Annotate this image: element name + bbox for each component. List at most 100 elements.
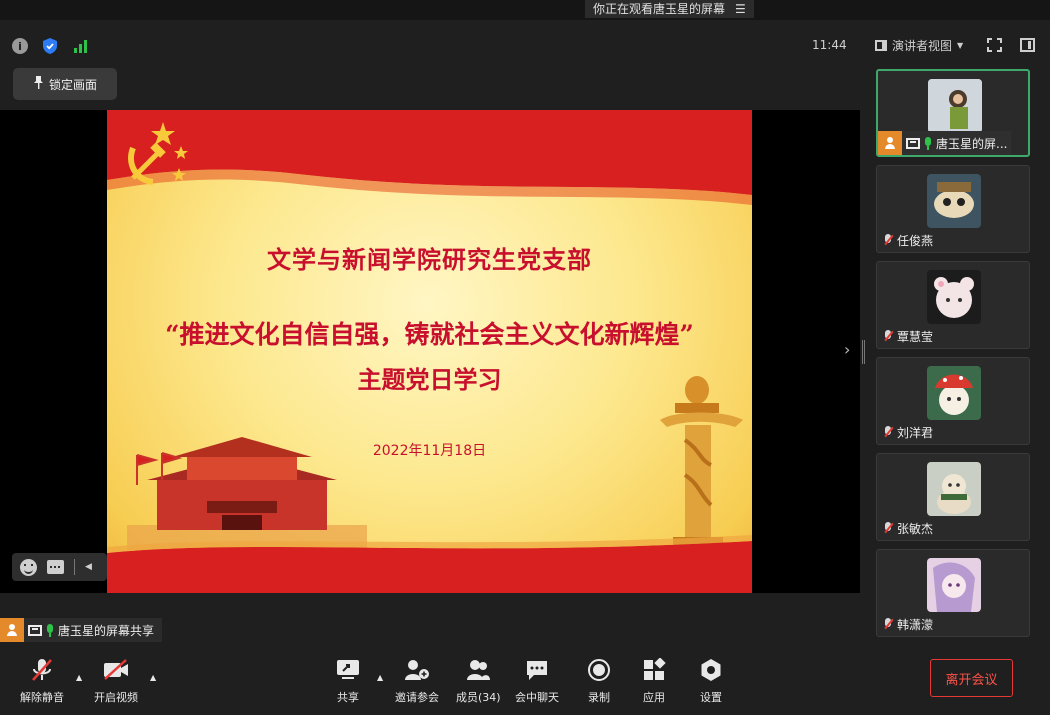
settings-label: 设置 xyxy=(700,691,722,704)
add-user-icon xyxy=(404,657,430,683)
record-icon xyxy=(587,657,611,683)
lock-screen-button[interactable]: 锁定画面 xyxy=(13,68,117,100)
screen-share-text: 唐玉星的屏幕共享 xyxy=(58,623,155,638)
view-mode-label: 演讲者视图 xyxy=(892,39,953,53)
participant-name-bar: 任俊燕 xyxy=(877,228,933,252)
mic-muted-icon xyxy=(883,329,893,343)
sidebar-toggle-icon[interactable] xyxy=(1020,38,1035,52)
participant-name-bar: 刘洋君 xyxy=(877,420,933,444)
meeting-window: 你正在观看唐玉星的屏幕 ☰ i 11:44 演讲者视图 ▼ 锁定画面 文学与新闻… xyxy=(0,0,1050,715)
chat-button[interactable]: 会中聊天 xyxy=(515,657,559,705)
participant-tile[interactable]: 覃慧莹 xyxy=(876,261,1030,349)
lock-screen-label: 锁定画面 xyxy=(48,77,97,92)
list-icon[interactable]: ☰ xyxy=(735,0,746,18)
mic-icon xyxy=(924,136,932,150)
participant-tile[interactable]: 张敏杰 xyxy=(876,453,1030,541)
start-video-label: 开启视频 xyxy=(94,691,138,704)
meeting-time: 11:44 xyxy=(812,38,847,52)
unmute-button[interactable]: 解除静音 xyxy=(20,657,64,705)
avatar xyxy=(928,79,982,133)
fullscreen-icon[interactable] xyxy=(987,38,1002,52)
participant-panel: 唐玉星的屏... 任俊燕 覃慧莹 刘洋君 张敏杰 韩潇濛 xyxy=(868,64,1038,639)
participant-tile[interactable]: 韩潇濛 xyxy=(876,549,1030,637)
collapse-left-icon[interactable]: ◀ xyxy=(85,562,92,572)
apps-label: 应用 xyxy=(643,691,665,704)
viewing-indicator[interactable]: 你正在观看唐玉星的屏幕 ☰ xyxy=(585,0,754,18)
avatar xyxy=(927,366,981,420)
record-button[interactable]: 录制 xyxy=(587,657,611,705)
chat-icon xyxy=(525,657,549,683)
start-video-button[interactable]: 开启视频 xyxy=(94,657,138,705)
emoji-icon[interactable] xyxy=(20,558,37,576)
invite-button[interactable]: 邀请参会 xyxy=(395,657,439,705)
chevron-up-icon[interactable]: ▲ xyxy=(76,673,82,682)
slide-theme: “推进文化自信自强，铸就社会主义文化新辉煌” xyxy=(165,320,694,349)
meeting-toolbar: 解除静音 ▲ 开启视频 ▲ 共享 ▲ 邀请参会 成员(34) 会中聊天 录制 应… xyxy=(0,645,1050,715)
viewing-text: 你正在观看唐玉星的屏幕 xyxy=(593,2,726,16)
leave-meeting-button[interactable]: 离开会议 xyxy=(930,659,1013,697)
share-button[interactable]: 共享 xyxy=(336,657,360,705)
share-screen-icon xyxy=(336,657,360,683)
slide-date: 2022年11月18日 xyxy=(372,443,487,459)
chat-bubble-icon[interactable] xyxy=(47,560,64,574)
mic-muted-icon xyxy=(883,617,893,631)
slide-title: 文学与新闻学院研究生党支部 xyxy=(267,245,592,274)
slide-subtitle: 主题党日学习 xyxy=(357,365,502,394)
view-mode-dropdown[interactable]: 演讲者视图 ▼ xyxy=(875,37,963,54)
participant-name: 任俊燕 xyxy=(897,233,934,248)
mic-off-icon xyxy=(31,657,53,683)
party-emblem-icon xyxy=(128,122,188,185)
participant-name: 唐玉星的屏... xyxy=(936,136,1008,151)
shared-screen-stage: 文学与新闻学院研究生党支部 “推进文化自信自强，铸就社会主义文化新辉煌” 主题党… xyxy=(0,110,860,593)
chevron-right-icon[interactable]: › xyxy=(844,340,850,359)
presentation-slide: 文学与新闻学院研究生党支部 “推进文化自信自强，铸就社会主义文化新辉煌” 主题党… xyxy=(107,110,752,593)
panel-resize-handle[interactable] xyxy=(862,340,865,364)
unmute-label: 解除静音 xyxy=(20,691,64,704)
members-button[interactable]: 成员(34) xyxy=(456,657,501,705)
screen-share-icon xyxy=(906,137,920,149)
settings-button[interactable]: 设置 xyxy=(699,657,723,705)
signal-strength-icon[interactable] xyxy=(72,39,88,53)
divider xyxy=(74,559,75,575)
participant-name-bar: 韩潇濛 xyxy=(877,612,933,636)
pin-icon xyxy=(33,76,44,92)
participant-tile[interactable]: 任俊燕 xyxy=(876,165,1030,253)
avatar xyxy=(927,558,981,612)
participant-tile[interactable]: 唐玉星的屏... xyxy=(876,69,1030,157)
mic-muted-icon xyxy=(883,233,893,247)
chat-label: 会中聊天 xyxy=(515,691,559,704)
gear-icon xyxy=(699,657,723,683)
participant-tile[interactable]: 刘洋君 xyxy=(876,357,1030,445)
mic-muted-icon xyxy=(883,425,893,439)
screen-share-label: 唐玉星的屏幕共享 xyxy=(0,618,163,642)
slide-top-red-band xyxy=(107,110,752,205)
mic-icon xyxy=(46,623,54,637)
slide-bottom-red-band xyxy=(107,535,752,593)
participant-name-bar: 张敏杰 xyxy=(877,516,933,540)
members-label: 成员(34) xyxy=(456,691,501,704)
participant-name: 韩潇濛 xyxy=(897,617,934,632)
apps-icon xyxy=(642,657,666,683)
apps-button[interactable]: 应用 xyxy=(642,657,666,705)
participant-name: 张敏杰 xyxy=(897,521,934,536)
participant-name: 覃慧莹 xyxy=(897,329,934,344)
video-off-icon xyxy=(102,657,130,683)
participant-name-bar: 唐玉星的屏... xyxy=(878,131,1012,155)
invite-label: 邀请参会 xyxy=(395,691,439,704)
share-label: 共享 xyxy=(337,691,359,704)
presenter-icon xyxy=(0,618,24,642)
participant-name-bar: 覃慧莹 xyxy=(877,324,933,348)
chevron-up-icon[interactable]: ▲ xyxy=(150,673,156,682)
presenter-icon xyxy=(878,131,902,155)
shield-icon[interactable] xyxy=(42,38,58,54)
chevron-up-icon[interactable]: ▲ xyxy=(377,673,383,682)
screen-share-icon xyxy=(28,624,42,636)
layout-icon xyxy=(875,40,887,51)
record-label: 录制 xyxy=(588,691,610,704)
top-banner: 你正在观看唐玉星的屏幕 ☰ xyxy=(0,0,1050,20)
meeting-header: i 11:44 演讲者视图 ▼ xyxy=(0,30,1050,60)
info-icon[interactable]: i xyxy=(12,38,28,54)
reaction-controls: ◀ xyxy=(12,553,107,581)
mic-muted-icon xyxy=(883,521,893,535)
members-icon xyxy=(465,657,491,683)
